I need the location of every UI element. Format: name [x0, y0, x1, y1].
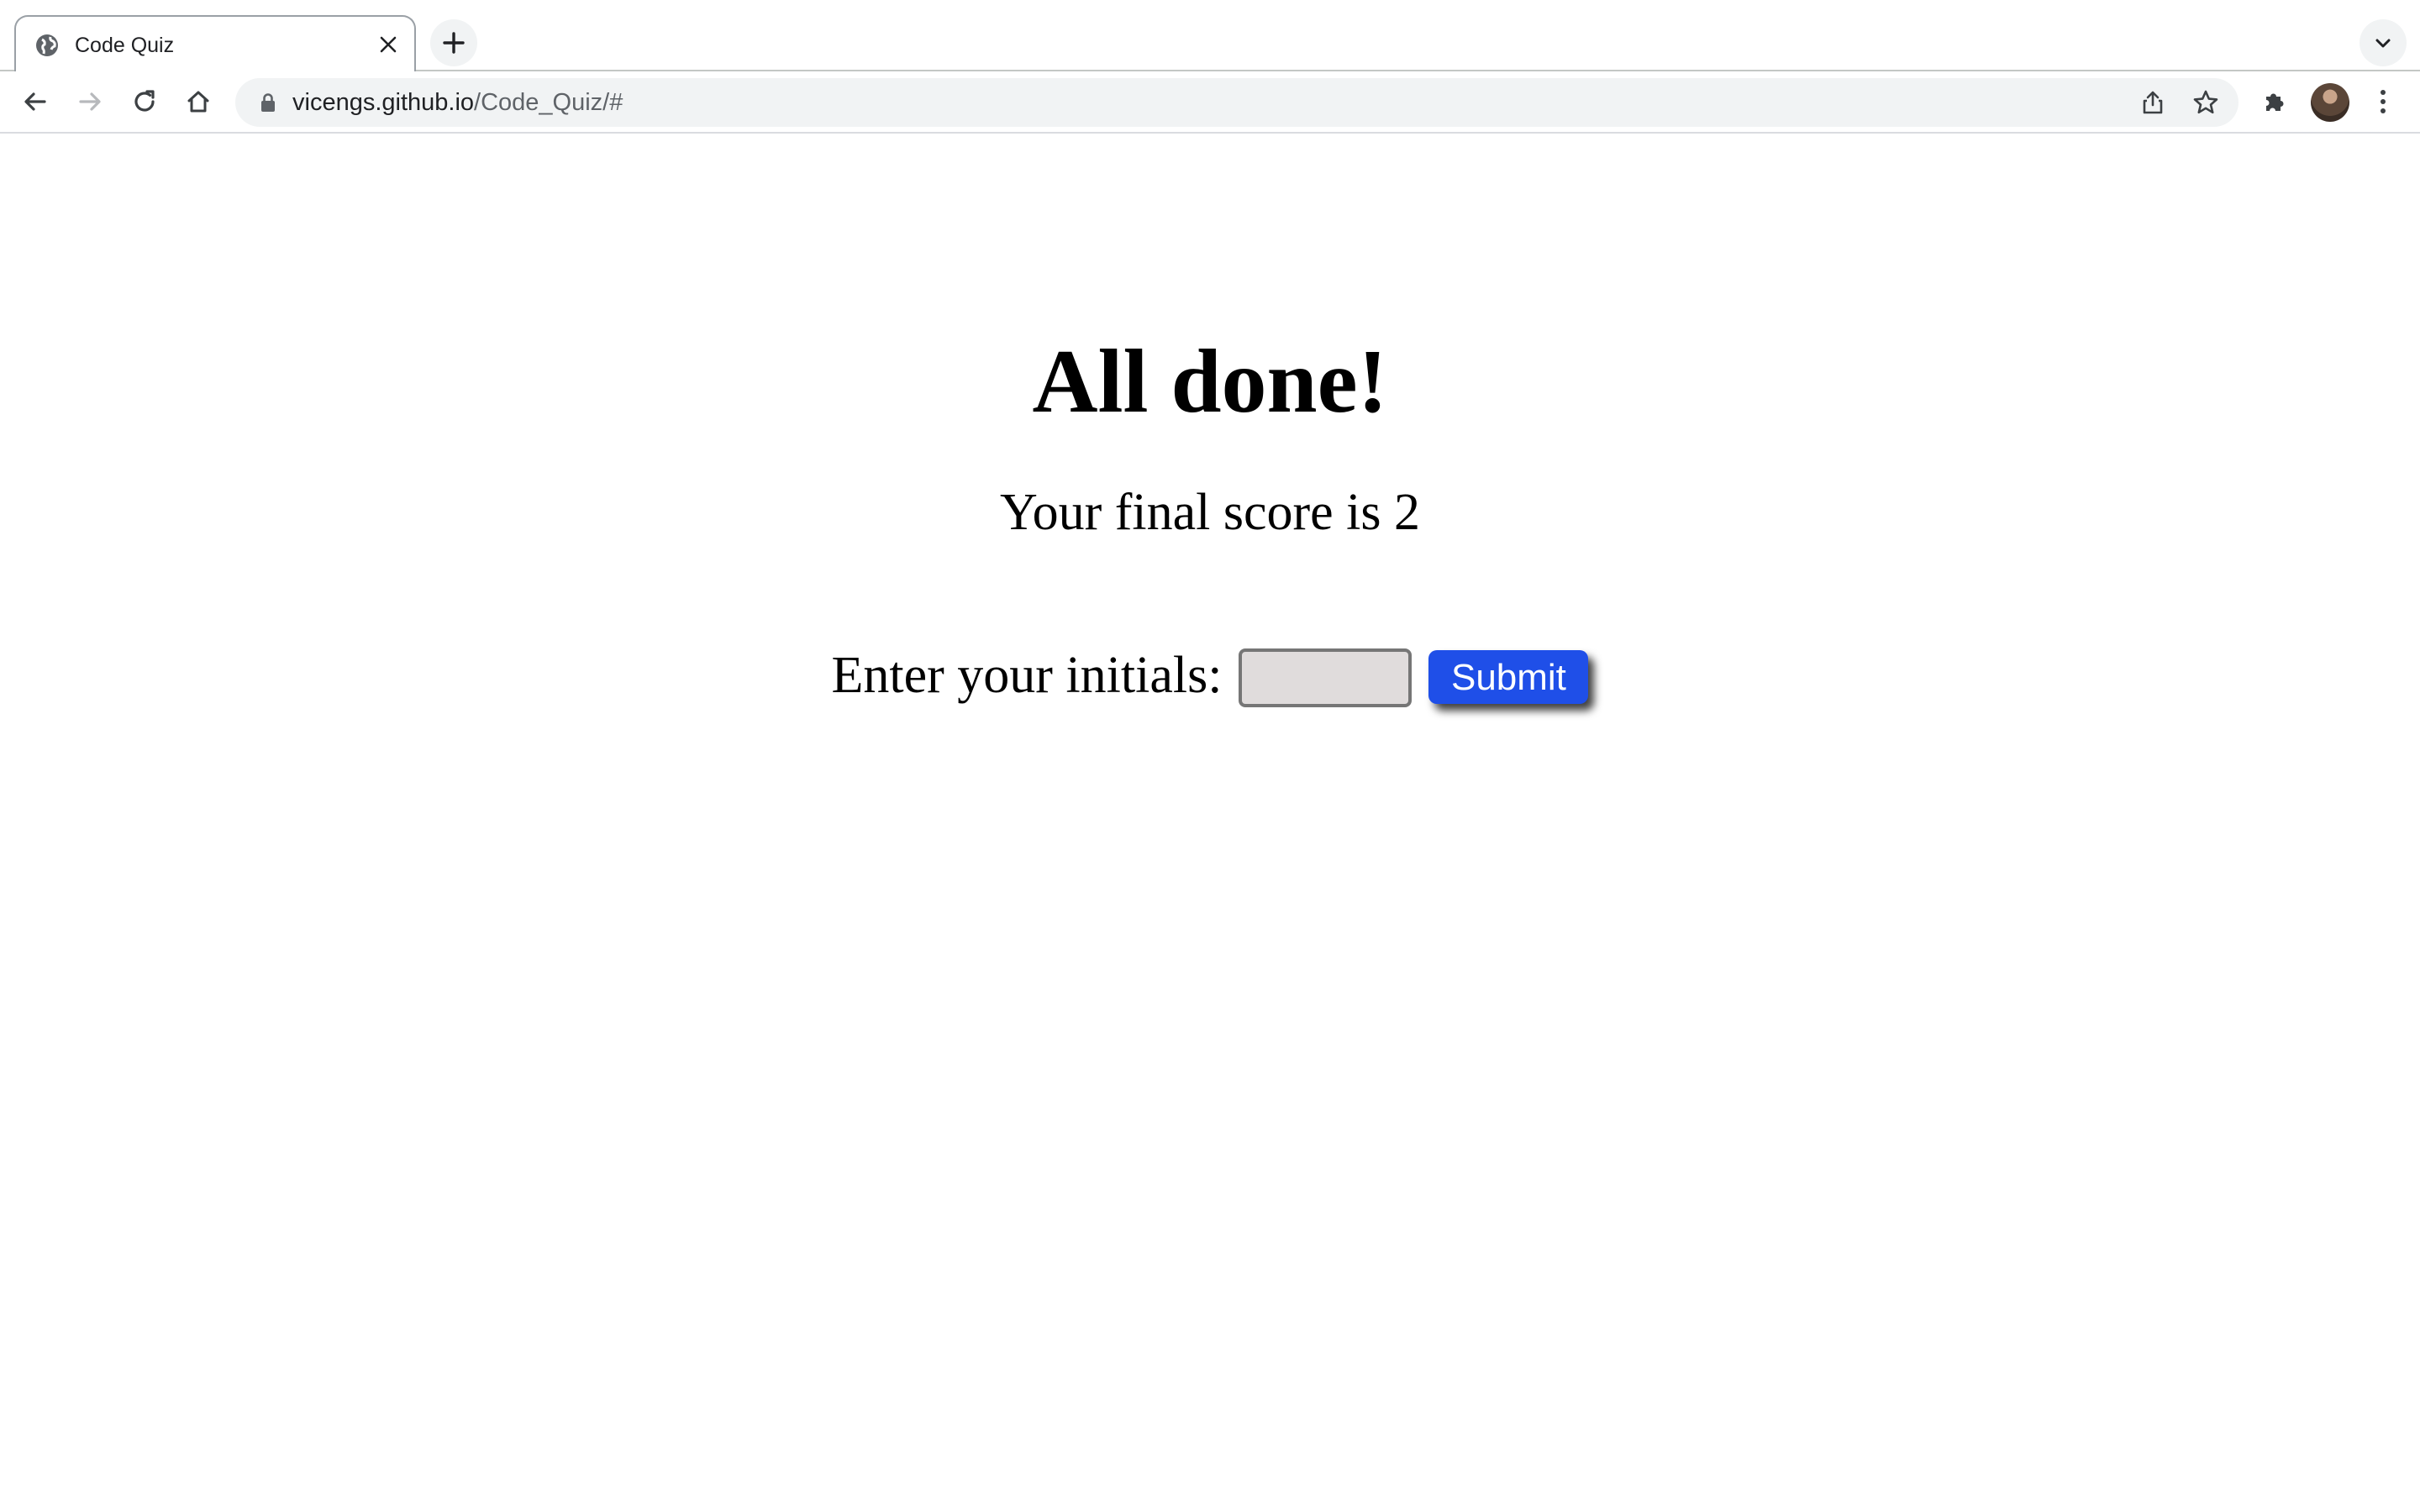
- url-text[interactable]: vicengs.github.io/Code_Quiz/#: [292, 88, 623, 117]
- lock-icon[interactable]: [257, 92, 279, 113]
- url-host: vicengs.github.io: [292, 89, 475, 116]
- browser-chrome: Code Quiz vicengs.github.io/Code_Quiz/#: [0, 0, 2420, 134]
- home-button[interactable]: [176, 80, 220, 123]
- reload-button[interactable]: [123, 80, 166, 123]
- back-button[interactable]: [13, 80, 57, 123]
- tab-strip: Code Quiz: [0, 0, 2420, 71]
- page-content: All done! Your final score is 2 Enter yo…: [0, 134, 2420, 1512]
- submit-button[interactable]: Submit: [1428, 650, 1589, 704]
- browser-toolbar: vicengs.github.io/Code_Quiz/#: [0, 71, 2420, 134]
- tab-title: Code Quiz: [75, 34, 175, 57]
- final-score-text: Your final score is 2: [1000, 484, 1420, 541]
- home-icon: [187, 91, 209, 113]
- profile-avatar[interactable]: [2311, 83, 2349, 122]
- puzzle-icon: [2266, 93, 2284, 111]
- chevron-down-icon: [2375, 39, 2391, 48]
- new-tab-button[interactable]: [430, 19, 477, 66]
- globe-icon: [36, 34, 58, 56]
- forward-arrow-icon: [79, 92, 101, 111]
- initials-input[interactable]: [1239, 648, 1413, 707]
- share-icon[interactable]: [2139, 88, 2167, 117]
- tab-search-button[interactable]: [2360, 19, 2407, 66]
- reload-icon: [134, 90, 155, 112]
- back-arrow-icon: [24, 92, 46, 111]
- address-bar[interactable]: vicengs.github.io/Code_Quiz/#: [235, 78, 2238, 127]
- url-path: /Code_Quiz/#: [474, 89, 623, 116]
- forward-button[interactable]: [68, 80, 112, 123]
- initials-form: Enter your initials: Submit: [0, 640, 2420, 716]
- extensions-button[interactable]: [2253, 80, 2296, 123]
- star-icon[interactable]: [2191, 88, 2220, 117]
- tab-code-quiz[interactable]: Code Quiz: [14, 15, 416, 71]
- initials-label: Enter your initials:: [831, 647, 1223, 704]
- kebab-menu-icon: [2381, 90, 2386, 113]
- browser-menu-button[interactable]: [2361, 80, 2405, 123]
- plus-icon: [443, 32, 465, 54]
- close-icon[interactable]: [376, 32, 401, 57]
- page-title: All done!: [1032, 332, 1388, 432]
